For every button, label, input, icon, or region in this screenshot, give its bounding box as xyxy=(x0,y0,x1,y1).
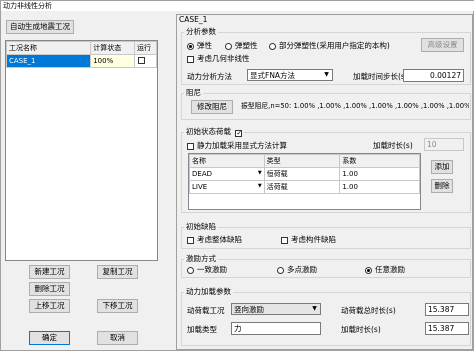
overall-defect-checkbox[interactable] xyxy=(187,237,194,244)
advanced-settings-button[interactable]: 高级设置 xyxy=(421,38,464,52)
arbitrary-excitation-radio[interactable] xyxy=(365,267,372,274)
elastoplastic-label: 弹塑性 xyxy=(235,41,258,50)
dynamic-case-select[interactable]: 竖向激励 ▼ xyxy=(231,303,321,315)
col-run[interactable]: 运行 xyxy=(134,41,157,55)
dynamic-case-label: 动荷载工况 xyxy=(187,306,225,315)
calc-status-cell: 100% xyxy=(90,54,136,68)
copy-case-button[interactable]: 复制工况 xyxy=(97,265,138,279)
move-up-case-button[interactable]: 上移工况 xyxy=(29,299,70,313)
load-duration-label: 加载时长(s) xyxy=(373,141,413,150)
col-case-name[interactable]: 工况名称 xyxy=(5,41,92,55)
dynamic-total-field[interactable]: 15.387 xyxy=(425,303,469,316)
dynamic-case-value: 竖向激励 xyxy=(234,305,264,314)
initial-state-title-text: 初始状态荷载 xyxy=(186,127,231,136)
add-load-button[interactable]: 添加 xyxy=(431,160,453,174)
case-table: 工况名称 计算状态 运行 CASE_1 100% xyxy=(5,40,158,261)
load-type-label: 加载类型 xyxy=(187,325,217,334)
case-name-cell[interactable]: CASE_1 xyxy=(5,54,92,68)
time-step-field[interactable]: 0.00127 xyxy=(403,69,464,82)
member-defect-label: 考虑构件缺陷 xyxy=(291,235,336,244)
initial-state-title: 初始状态荷载 ✓ xyxy=(184,127,245,137)
auto-generate-seismic-case-button[interactable]: 自动生成地震工况 xyxy=(6,20,74,34)
load-coef-cell[interactable]: 1.00 xyxy=(339,167,420,181)
method-label: 动力分析方法 xyxy=(187,72,232,81)
load-duration-field[interactable]: 10 xyxy=(424,138,464,151)
col-load-name[interactable]: 名称 xyxy=(189,154,265,168)
load-coef-cell[interactable]: 1.00 xyxy=(339,180,420,194)
damping-title: 阻尼 xyxy=(184,88,203,98)
initial-load-table: 名称 类型 系数 DEAD ▼ 恒荷载 1.00 LIVE ▼ 活荷载 1.00 xyxy=(188,153,421,210)
chevron-down-icon[interactable]: ▼ xyxy=(258,183,262,189)
load-type-cell: 恒荷载 xyxy=(263,167,341,181)
method-value: 显式FNA方法 xyxy=(250,71,296,80)
delete-load-button[interactable]: 删除 xyxy=(431,179,453,193)
geo-nonlinear-label: 考虑几何非线性 xyxy=(197,54,250,63)
arbitrary-excitation-label: 任意激励 xyxy=(375,265,405,274)
col-calc-status[interactable]: 计算状态 xyxy=(90,41,136,55)
load-name-cell[interactable]: DEAD ▼ xyxy=(189,167,265,181)
static-explicit-label: 静力加载采用显式方法计算 xyxy=(197,141,287,150)
case-name-label: CASE_1 xyxy=(179,15,208,24)
window-title: 动力非线性分析 xyxy=(1,1,474,11)
excitation-title: 激励方式 xyxy=(184,254,218,264)
overall-defect-label: 考虑整体缺陷 xyxy=(197,235,242,244)
run-checkbox[interactable] xyxy=(138,56,146,64)
chevron-down-icon: ▼ xyxy=(312,305,317,312)
load-name-cell[interactable]: LIVE ▼ xyxy=(189,180,265,194)
analysis-params-title: 分析参数 xyxy=(184,27,218,37)
dynamic-nonlinear-dialog: 动力非线性分析 自动生成地震工况 工况名称 计算状态 运行 CASE_1 100… xyxy=(0,0,474,351)
dynamic-load-title: 动力加载参数 xyxy=(184,287,233,297)
load-type-field[interactable]: 力 xyxy=(231,322,321,335)
load-name-value: LIVE xyxy=(192,183,208,191)
multi-point-excitation-label: 多点激励 xyxy=(287,265,317,274)
multi-point-excitation-radio[interactable] xyxy=(277,267,284,274)
ok-button[interactable]: 确定 xyxy=(29,331,70,345)
uniform-excitation-label: 一致激励 xyxy=(197,265,227,274)
uniform-excitation-radio[interactable] xyxy=(187,267,194,274)
elastic-radio[interactable] xyxy=(187,43,194,50)
partial-elastoplastic-label: 部分弹塑性(采用用户指定的本构) xyxy=(279,41,390,50)
cancel-button[interactable]: 取消 xyxy=(97,331,138,345)
static-explicit-checkbox[interactable] xyxy=(187,143,194,150)
table-row[interactable]: LIVE ▼ 活荷载 1.00 xyxy=(189,180,420,194)
run-cell[interactable] xyxy=(134,54,157,68)
elastoplastic-radio[interactable] xyxy=(225,43,232,50)
initial-defect-title: 初始缺陷 xyxy=(184,222,218,232)
table-row[interactable]: DEAD ▼ 恒荷载 1.00 xyxy=(189,167,420,181)
dynamic-duration-label: 加载时长(s) xyxy=(341,325,381,334)
geo-nonlinear-checkbox[interactable] xyxy=(187,56,194,63)
damping-text: 振型阻尼,n=50: 1.00% ,1.00% ,1.00% ,1.00% ,1… xyxy=(241,102,469,110)
chevron-down-icon[interactable]: ▼ xyxy=(258,170,262,176)
col-load-type[interactable]: 类型 xyxy=(263,154,341,168)
initial-state-checkbox[interactable]: ✓ xyxy=(235,130,243,137)
method-select[interactable]: 显式FNA方法 ▼ xyxy=(247,69,333,81)
dynamic-total-label: 动荷载总时长(s) xyxy=(341,306,396,315)
load-name-value: DEAD xyxy=(192,170,212,178)
new-case-button[interactable]: 新建工况 xyxy=(29,265,70,279)
chevron-down-icon: ▼ xyxy=(324,71,329,78)
delete-case-button[interactable]: 删除工况 xyxy=(29,282,70,296)
member-defect-checkbox[interactable] xyxy=(281,237,288,244)
load-type-cell: 活荷载 xyxy=(263,180,341,194)
modify-damping-button[interactable]: 修改阻尼 xyxy=(191,100,233,114)
dynamic-duration-field[interactable]: 15.387 xyxy=(425,322,469,335)
col-load-coef[interactable]: 系数 xyxy=(339,154,420,168)
dynamic-load-group xyxy=(181,292,471,346)
move-down-case-button[interactable]: 下移工况 xyxy=(97,299,138,313)
table-row[interactable]: CASE_1 100% xyxy=(5,54,157,68)
elastic-label: 弹性 xyxy=(197,41,212,50)
time-step-label: 加载时间步长(s) xyxy=(353,72,408,81)
partial-elastoplastic-radio[interactable] xyxy=(269,43,276,50)
